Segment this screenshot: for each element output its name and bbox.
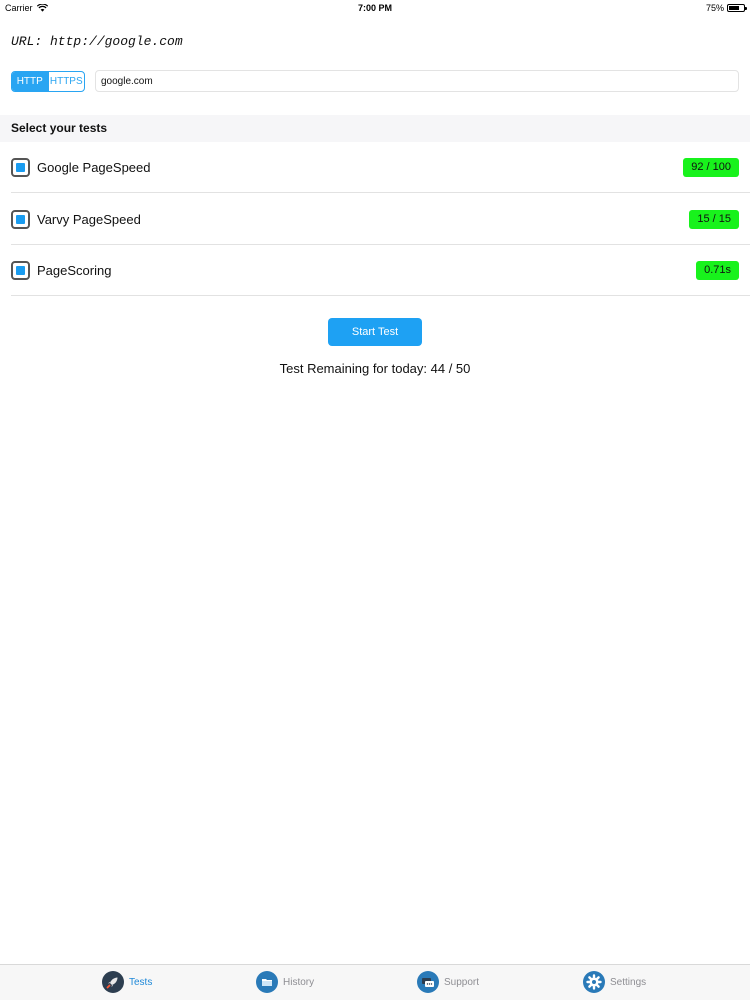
tab-settings[interactable]: Settings (583, 971, 646, 993)
score-badge: 15 / 15 (689, 210, 739, 229)
test-checkbox[interactable] (11, 158, 30, 177)
tab-support[interactable]: Support (417, 971, 479, 993)
protocol-segmented-control[interactable]: HTTP HTTPS (11, 71, 85, 92)
checkbox-checked-mark (16, 215, 25, 224)
score-badge: 92 / 100 (683, 158, 739, 177)
protocol-https-segment[interactable]: HTTPS (47, 72, 85, 91)
test-name: PageScoring (37, 263, 112, 278)
row-divider (11, 295, 750, 296)
tests-remaining-text: Test Remaining for today: 44 / 50 (279, 361, 471, 376)
battery-percent: 75% (705, 3, 724, 13)
start-test-button[interactable]: Start Test (328, 318, 422, 346)
tab-label: Settings (610, 976, 647, 988)
rocket-icon (102, 971, 124, 993)
url-display: URL: http://google.com (11, 34, 183, 49)
tab-label: Tests (129, 976, 153, 988)
test-row-varvy-pagespeed[interactable]: Varvy PageSpeed 15 / 15 (0, 194, 750, 245)
checkbox-checked-mark (16, 266, 25, 275)
protocol-http-segment[interactable]: HTTP (12, 72, 48, 91)
tab-history[interactable]: History (256, 971, 314, 993)
tab-tests[interactable]: Tests (102, 971, 152, 993)
tab-label: History (283, 976, 315, 988)
test-row-google-pagespeed[interactable]: Google PageSpeed 92 / 100 (0, 142, 750, 193)
test-checkbox[interactable] (11, 261, 30, 280)
section-header: Select your tests (0, 115, 750, 142)
folder-icon (256, 971, 278, 993)
url-input[interactable] (95, 70, 739, 92)
tab-label: Support (444, 976, 480, 988)
tab-bar: Tests History Support Settings (0, 964, 750, 1000)
battery-icon (727, 4, 747, 12)
battery-indicator: 75% (705, 0, 747, 16)
checkbox-checked-mark (16, 163, 25, 172)
status-bar: Carrier 7:00 PM 75% (0, 0, 750, 16)
score-badge: 0.71s (696, 261, 739, 280)
test-checkbox[interactable] (11, 210, 30, 229)
status-time: 7:00 PM (357, 3, 392, 13)
test-row-pagescoring[interactable]: PageScoring 0.71s (0, 245, 750, 296)
row-divider (11, 192, 750, 193)
test-name: Google PageSpeed (37, 160, 151, 175)
gear-icon (583, 971, 605, 993)
test-name: Varvy PageSpeed (37, 212, 141, 227)
chat-icon (417, 971, 439, 993)
